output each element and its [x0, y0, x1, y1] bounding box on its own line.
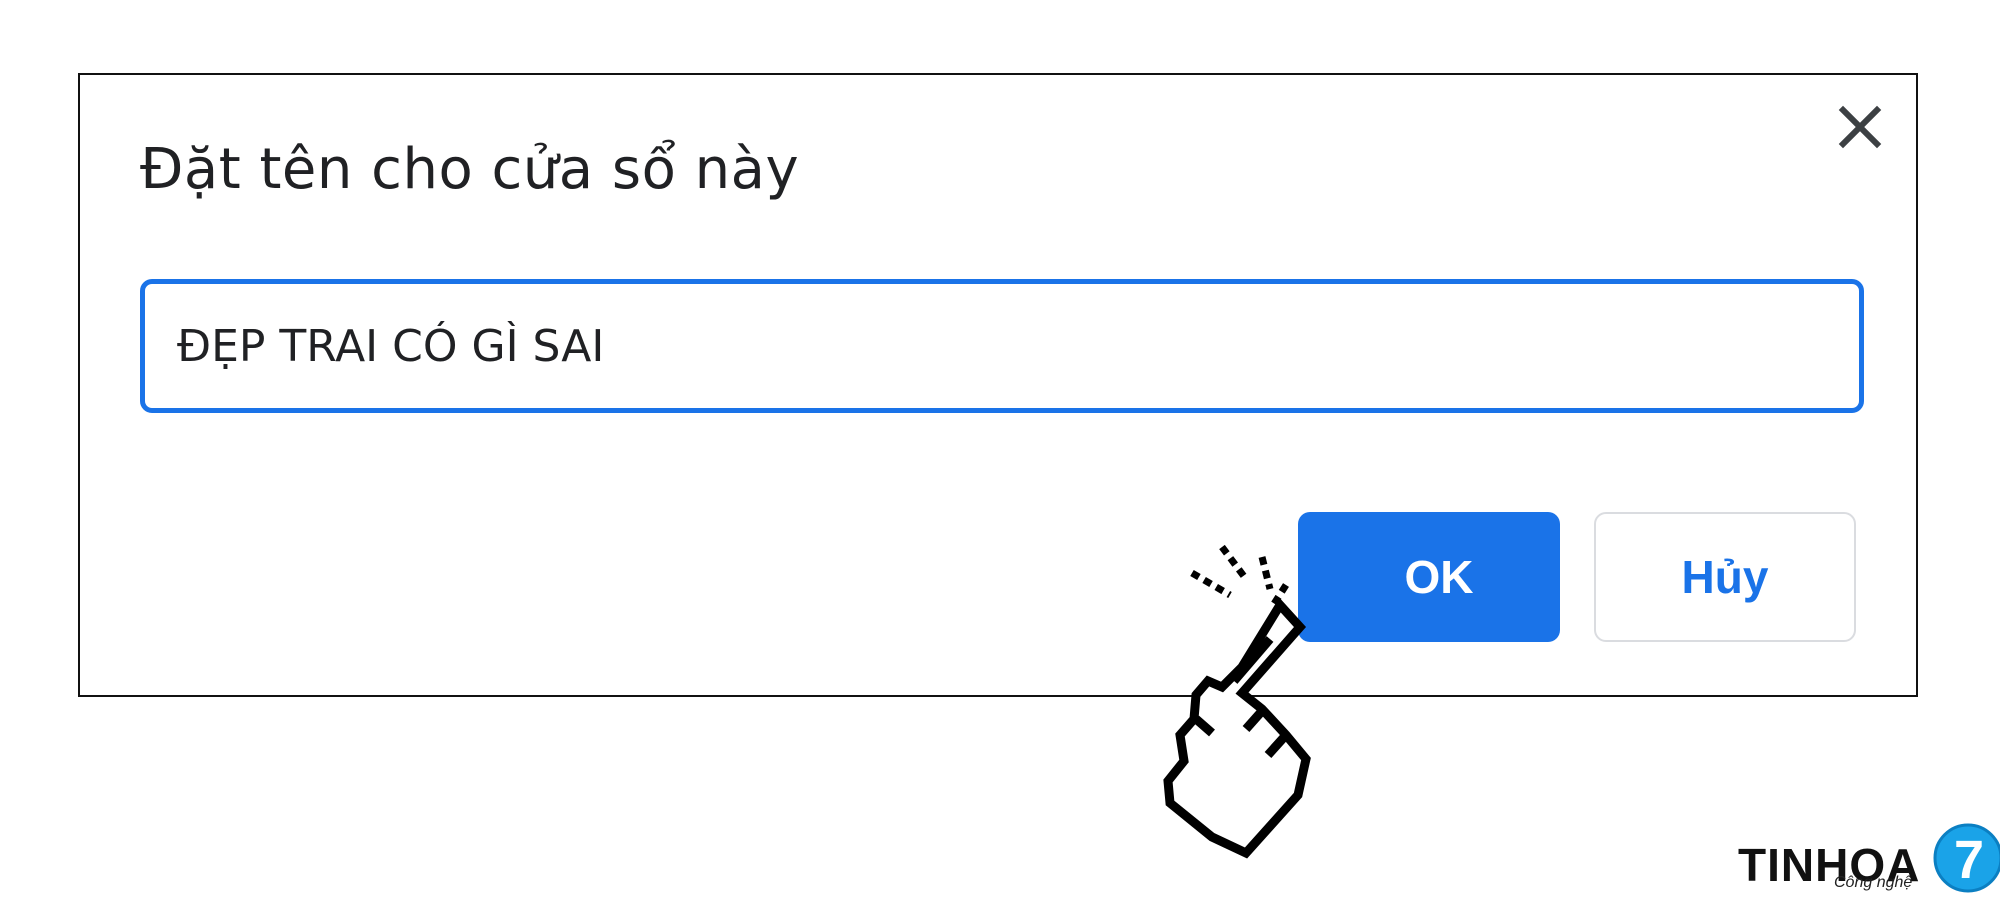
close-button[interactable]	[1828, 95, 1892, 159]
tinhoa-logo: TINHOA Công nghệ 7	[1738, 822, 2000, 902]
window-name-input[interactable]	[177, 284, 1859, 408]
window-name-field[interactable]	[140, 279, 1864, 413]
dialog-title: Đặt tên cho cửa sổ này	[140, 137, 800, 202]
close-icon	[1838, 105, 1882, 149]
cancel-button[interactable]: Hủy	[1594, 512, 1856, 642]
screenshot-stage: Đặt tên cho cửa sổ này OK Hủy	[0, 0, 2000, 902]
logo-badge-number: 7	[1954, 830, 1984, 890]
logo-badge-icon: 7	[1933, 823, 2000, 893]
logo-tagline: Công nghệ	[1834, 874, 1913, 891]
ok-button[interactable]: OK	[1298, 512, 1560, 642]
rename-window-dialog: Đặt tên cho cửa sổ này OK Hủy	[78, 73, 1918, 697]
